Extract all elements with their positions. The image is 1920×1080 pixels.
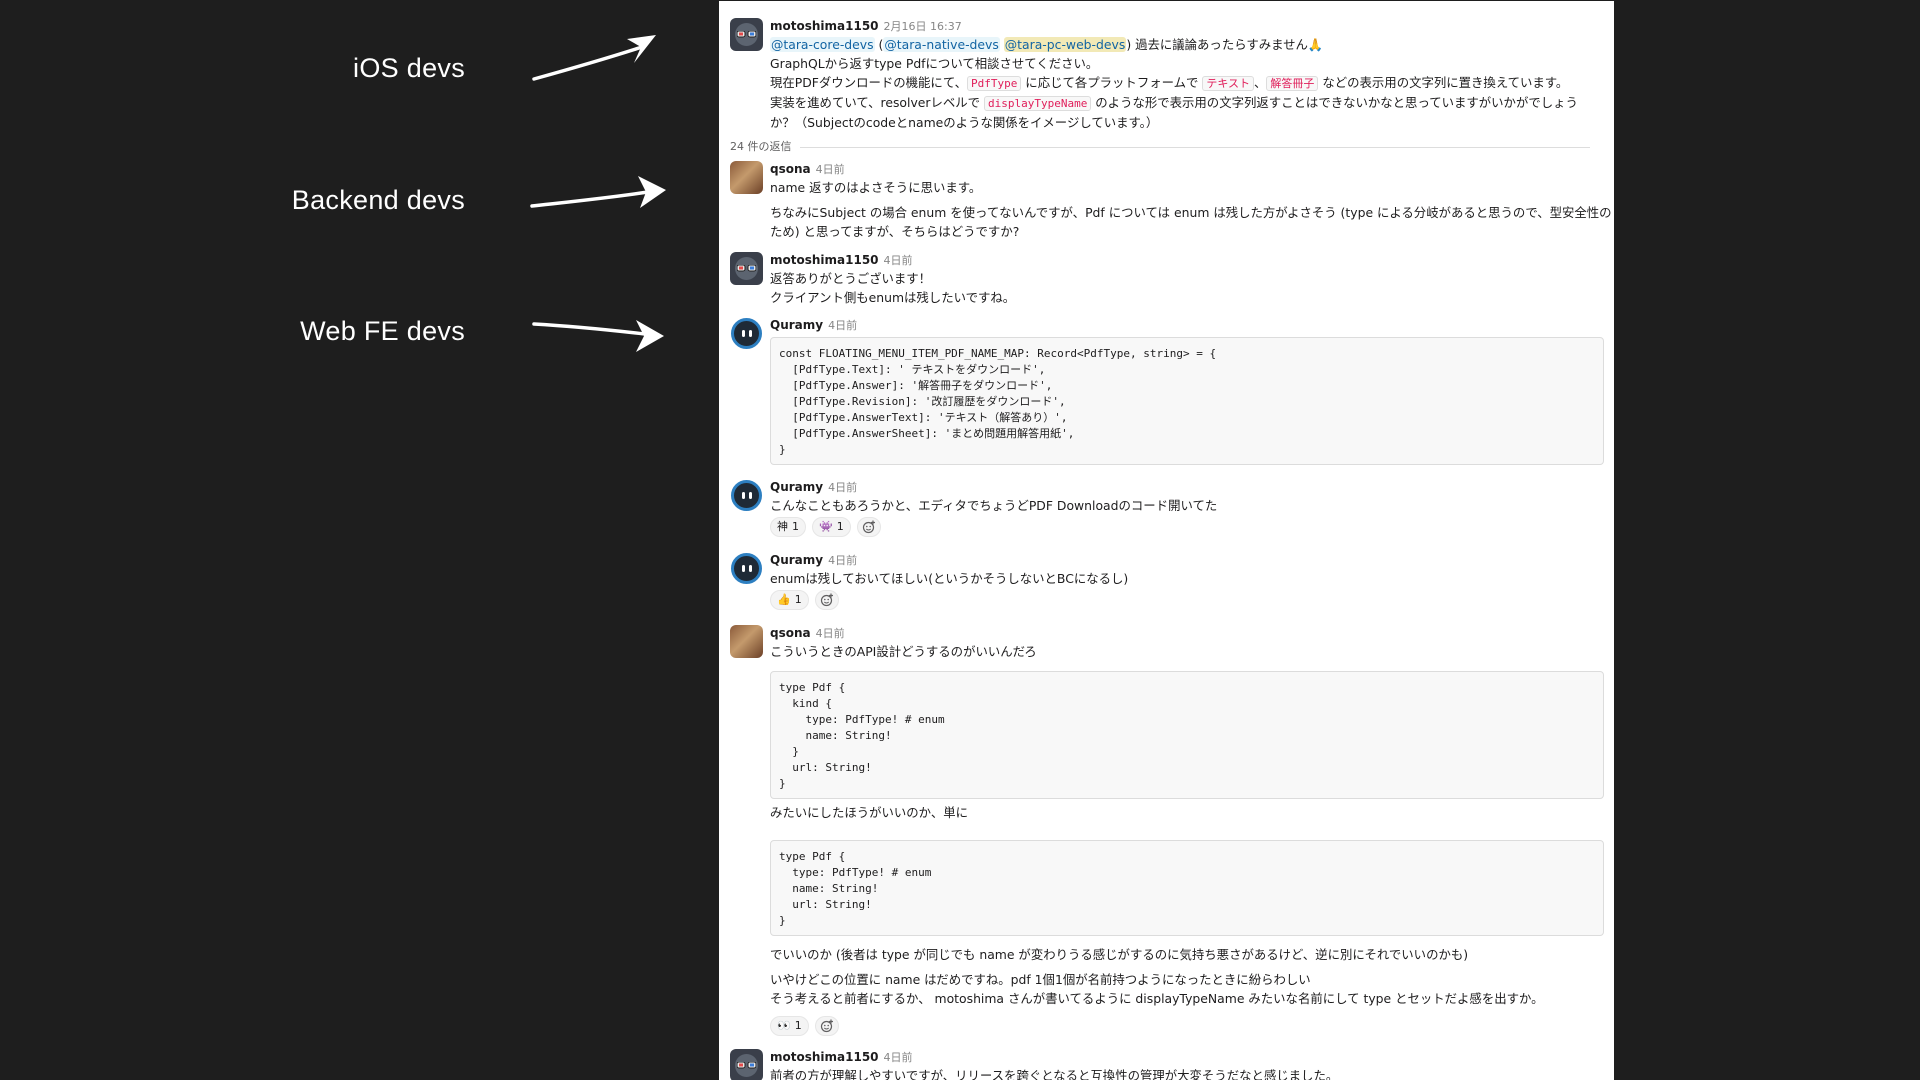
avatar[interactable] bbox=[730, 161, 763, 194]
avatar[interactable] bbox=[730, 479, 763, 512]
message-line: そう考えると前者にするか、 motoshima さんが書いてるように displ… bbox=[770, 991, 1544, 1006]
eyes-emoji-icon: 👀 bbox=[777, 1019, 791, 1032]
avatar[interactable] bbox=[730, 252, 763, 285]
author-name[interactable]: qsona bbox=[770, 162, 811, 176]
slack-thread-panel: motoshima1150 2月16日 16:37 @tara-core-devs… bbox=[719, 1, 1614, 1080]
author-name[interactable]: Quramy bbox=[770, 553, 823, 567]
annotation-web-fe-devs: Web FE devs bbox=[300, 316, 465, 346]
replies-count[interactable]: 24 件の返信 bbox=[730, 140, 792, 153]
author-name[interactable]: qsona bbox=[770, 626, 811, 640]
add-emoji-icon bbox=[862, 520, 875, 534]
reaction-eyes[interactable]: 👀 1 bbox=[770, 1016, 809, 1036]
message-line: name 返すのはよさそうに思います。 bbox=[770, 180, 982, 195]
reaction-custom[interactable]: 👾 1 bbox=[812, 517, 851, 537]
code-block: type Pdf { type: PdfType! # enum name: S… bbox=[770, 840, 1604, 936]
message-line: ため) と思ってますが、そちらはどうですか? bbox=[770, 224, 1020, 239]
message-line: みたいにしたほうがいいのか、単に bbox=[770, 805, 969, 820]
reaction-count: 1 bbox=[794, 1019, 802, 1032]
message-line: GraphQLから返すtype Pdfについて相談させてください。 bbox=[770, 56, 1099, 71]
inline-code: 解答冊子 bbox=[1266, 76, 1319, 91]
arrow-icon bbox=[532, 35, 656, 81]
glasses-icon bbox=[737, 1062, 756, 1069]
replies-divider: 24 件の返信 bbox=[730, 138, 1600, 154]
glasses-icon bbox=[737, 265, 756, 272]
quramy-face-icon bbox=[731, 553, 762, 584]
message-line: か？（Subjectのcodeとnameのような関係をイメージしています。） bbox=[770, 115, 1159, 130]
message-line: こんなこともあろうかと、エディタでちょうどPDF Downloadのコード開いて… bbox=[770, 498, 1218, 513]
thumbs-up-emoji-icon: 👍 bbox=[777, 593, 791, 606]
inline-code: displayTypeName bbox=[984, 96, 1092, 111]
avatar[interactable] bbox=[730, 18, 763, 51]
arrow-icon bbox=[530, 176, 666, 208]
timestamp[interactable]: 4日前 bbox=[828, 319, 857, 332]
message-line: こういうときのAPI設計どうするのがいいんだろ bbox=[770, 644, 1037, 659]
mention-web-devs[interactable]: @tara-pc-web-devs bbox=[1003, 37, 1127, 52]
timestamp[interactable]: 4日前 bbox=[884, 254, 913, 267]
timestamp[interactable]: 2月16日 16:37 bbox=[884, 20, 962, 33]
message-line: @tara-core-devs (@tara-native-devs @tara… bbox=[770, 35, 1605, 54]
quramy-face-icon bbox=[731, 318, 762, 349]
author-name[interactable]: motoshima1150 bbox=[770, 253, 879, 267]
timestamp[interactable]: 4日前 bbox=[828, 481, 857, 494]
message-line: ちなみにSubject の場合 enum を使ってないんですが、Pdf について… bbox=[770, 205, 1612, 220]
reactions: 👍 1 bbox=[770, 590, 839, 610]
timestamp[interactable]: 4日前 bbox=[828, 554, 857, 567]
arrow-icon bbox=[532, 320, 664, 352]
message-line: でいいのか (後者は type が同じでも name が変わりうる感じがするのに… bbox=[770, 947, 1469, 962]
mention-core-devs[interactable]: @tara-core-devs bbox=[770, 37, 875, 52]
add-reaction-button[interactable] bbox=[856, 517, 881, 537]
author-name[interactable]: motoshima1150 bbox=[770, 19, 879, 33]
reaction-kami[interactable]: 神1 bbox=[770, 517, 806, 537]
message-line: 前者の方が理解しやすいですが、リリースを跨ぐとなると互換性の管理が大変そうだなと… bbox=[770, 1068, 1339, 1080]
author-name[interactable]: Quramy bbox=[770, 318, 823, 332]
reactions: 神1 👾 1 bbox=[770, 517, 881, 537]
reactions: 👀 1 bbox=[770, 1016, 839, 1036]
text: ) 過去に議論あったらすみません🙏 bbox=[1126, 37, 1324, 52]
message-line: 現在PDFダウンロードの機能にて、 PdfType に応じて各プラットフォームで … bbox=[770, 73, 1605, 93]
text: に応じて各プラットフォームで bbox=[1021, 75, 1203, 90]
reaction-thumbs-up[interactable]: 👍 1 bbox=[770, 590, 809, 610]
author-name[interactable]: Quramy bbox=[770, 480, 823, 494]
code-block: const FLOATING_MENU_ITEM_PDF_NAME_MAP: R… bbox=[770, 337, 1604, 465]
text: のような形で表示用の文字列返すことはできないかなと思っていますがいかがでしょう bbox=[1091, 95, 1578, 110]
reaction-count: 1 bbox=[836, 520, 844, 533]
timestamp[interactable]: 4日前 bbox=[816, 627, 845, 640]
reaction-count: 1 bbox=[794, 593, 802, 606]
annotation-ios-devs: iOS devs bbox=[353, 53, 465, 83]
text: 、 bbox=[1254, 75, 1267, 90]
quramy-face-icon bbox=[731, 480, 762, 511]
message-line: enumは残しておいてほしい(というかそうしないとBCになるし) bbox=[770, 571, 1129, 586]
avatar[interactable] bbox=[730, 552, 763, 585]
kami-emoji-icon: 神 bbox=[777, 520, 788, 533]
text: などの表示用の文字列に置き換えています。 bbox=[1318, 75, 1569, 90]
add-reaction-button[interactable] bbox=[814, 1016, 839, 1036]
add-reaction-button[interactable] bbox=[814, 590, 839, 610]
text: 実装を進めていて、resolverレベルで bbox=[770, 95, 984, 110]
message-line: 返答ありがとうございます！ bbox=[770, 271, 932, 286]
add-emoji-icon bbox=[820, 1019, 833, 1033]
avatar[interactable] bbox=[730, 317, 763, 350]
message-line: 実装を進めていて、resolverレベルで displayTypeName のよ… bbox=[770, 93, 1605, 113]
inline-code: テキスト bbox=[1202, 76, 1255, 91]
mention-native-devs[interactable]: @tara-native-devs bbox=[883, 37, 1000, 52]
add-emoji-icon bbox=[820, 593, 833, 607]
avatar[interactable] bbox=[730, 1049, 763, 1080]
inline-code: PdfType bbox=[967, 76, 1022, 91]
message-line: クライアント側もenumは残したいですね。 bbox=[770, 290, 1016, 305]
custom-emoji-icon: 👾 bbox=[819, 520, 833, 533]
text: 現在PDFダウンロードの機能にて、 bbox=[770, 75, 967, 90]
author-name[interactable]: motoshima1150 bbox=[770, 1050, 879, 1064]
timestamp[interactable]: 4日前 bbox=[884, 1051, 913, 1064]
glasses-icon bbox=[737, 31, 756, 38]
annotation-backend-devs: Backend devs bbox=[291, 185, 465, 215]
code-block: type Pdf { kind { type: PdfType! # enum … bbox=[770, 671, 1604, 799]
message-line: いやけどこの位置に name はだめですね。pdf 1個1個が名前持つようになっ… bbox=[770, 972, 1311, 987]
reaction-count: 1 bbox=[792, 520, 799, 533]
avatar[interactable] bbox=[730, 625, 763, 658]
timestamp[interactable]: 4日前 bbox=[816, 163, 845, 176]
